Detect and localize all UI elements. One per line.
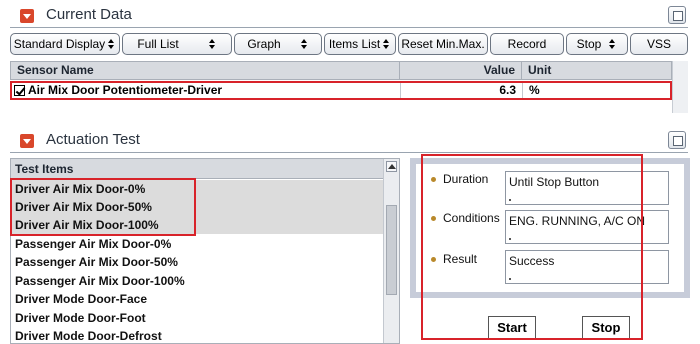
sensor-row[interactable]: Air Mix Door Potentiometer-Driver 6.3 % [10, 81, 672, 100]
standard-display-select[interactable]: Standard Display [10, 33, 120, 55]
stop-label: Stop [576, 37, 602, 51]
maximize-current-data-icon[interactable] [668, 6, 686, 24]
actuation-test-title: Actuation Test [46, 131, 140, 148]
conditions-bullet-icon [431, 216, 436, 221]
reset-min-max-button[interactable]: Reset Min.Max. [398, 33, 488, 55]
list-item[interactable]: Driver Mode Door-Defrost [11, 327, 383, 343]
result-bullet-icon [431, 257, 436, 262]
record-button[interactable]: Record [490, 33, 564, 55]
scrollbar-thumb[interactable] [386, 205, 397, 295]
value-column-header: Value [399, 62, 521, 79]
result-label: Result [443, 252, 478, 266]
actuation-test-header: Actuation Test [10, 129, 688, 153]
sensor-table-header: Sensor Name Value Unit [10, 61, 672, 80]
items-list-select[interactable]: Items List [324, 33, 396, 55]
duration-bullet-icon [431, 177, 436, 182]
sensor-value: 6.3 [400, 83, 522, 98]
updown-arrow-icon [609, 39, 617, 49]
result-value: Success [509, 254, 555, 268]
current-data-toolbar: Standard Display Full List Graph Items L… [10, 33, 688, 57]
sensor-table-scrollbar[interactable] [672, 61, 688, 113]
list-item[interactable]: Driver Air Mix Door-100% [11, 216, 383, 234]
conditions-value: ENG. RUNNING, A/C ON [509, 214, 646, 228]
sensor-name: Air Mix Door Potentiometer-Driver [28, 83, 223, 97]
duration-field: Until Stop Button [505, 171, 669, 205]
test-items-list: Test Items Driver Air Mix Door-0% Driver… [10, 158, 400, 344]
test-items-header-label: Test Items [15, 162, 74, 176]
conditions-field: ENG. RUNNING, A/C ON [505, 210, 669, 244]
list-item[interactable]: Driver Air Mix Door-50% [11, 198, 383, 216]
list-item[interactable]: Passenger Air Mix Door-0% [11, 235, 383, 253]
updown-arrow-icon [383, 39, 391, 49]
graph-label: Graph [247, 37, 281, 51]
unit-column-header: Unit [521, 62, 671, 79]
full-list-select[interactable]: Full List [122, 33, 232, 55]
list-item[interactable]: Driver Air Mix Door-0% [11, 180, 383, 198]
items-list-label: Items List [328, 37, 381, 51]
field-marker [509, 278, 511, 280]
test-items-scrollbar[interactable] [383, 159, 399, 343]
graph-select[interactable]: Graph [234, 33, 322, 55]
scroll-up-arrow-icon[interactable] [386, 161, 397, 172]
duration-label: Duration [443, 172, 489, 186]
duration-value: Until Stop Button [509, 175, 600, 189]
sensor-name-column-header: Sensor Name [17, 63, 94, 77]
start-button[interactable]: Start [488, 316, 536, 340]
stop-select[interactable]: Stop [566, 33, 628, 55]
full-list-label: Full List [137, 37, 179, 51]
updown-arrow-icon [300, 39, 309, 49]
field-marker [509, 238, 511, 240]
current-data-title: Current Data [46, 6, 132, 23]
list-item[interactable]: Driver Mode Door-Foot [11, 309, 383, 327]
stop-button[interactable]: Stop [582, 316, 630, 340]
list-item[interactable]: Passenger Air Mix Door-100% [11, 272, 383, 290]
current-data-header: Current Data [10, 4, 688, 28]
collapse-actuation-test-icon[interactable] [20, 134, 34, 148]
updown-arrow-icon [208, 39, 217, 49]
field-marker [509, 199, 511, 201]
sensor-unit: % [522, 83, 670, 98]
vss-button[interactable]: VSS [630, 33, 688, 55]
updown-arrow-icon [108, 39, 116, 49]
maximize-actuation-test-icon[interactable] [668, 131, 686, 149]
result-field: Success [505, 250, 669, 284]
collapse-current-data-icon[interactable] [20, 9, 34, 23]
test-items-header: Test Items [11, 159, 383, 179]
list-item[interactable]: Driver Mode Door-Face [11, 290, 383, 308]
standard-display-label: Standard Display [13, 37, 106, 51]
list-item[interactable]: Passenger Air Mix Door-50% [11, 253, 383, 271]
conditions-label: Conditions [443, 211, 500, 225]
